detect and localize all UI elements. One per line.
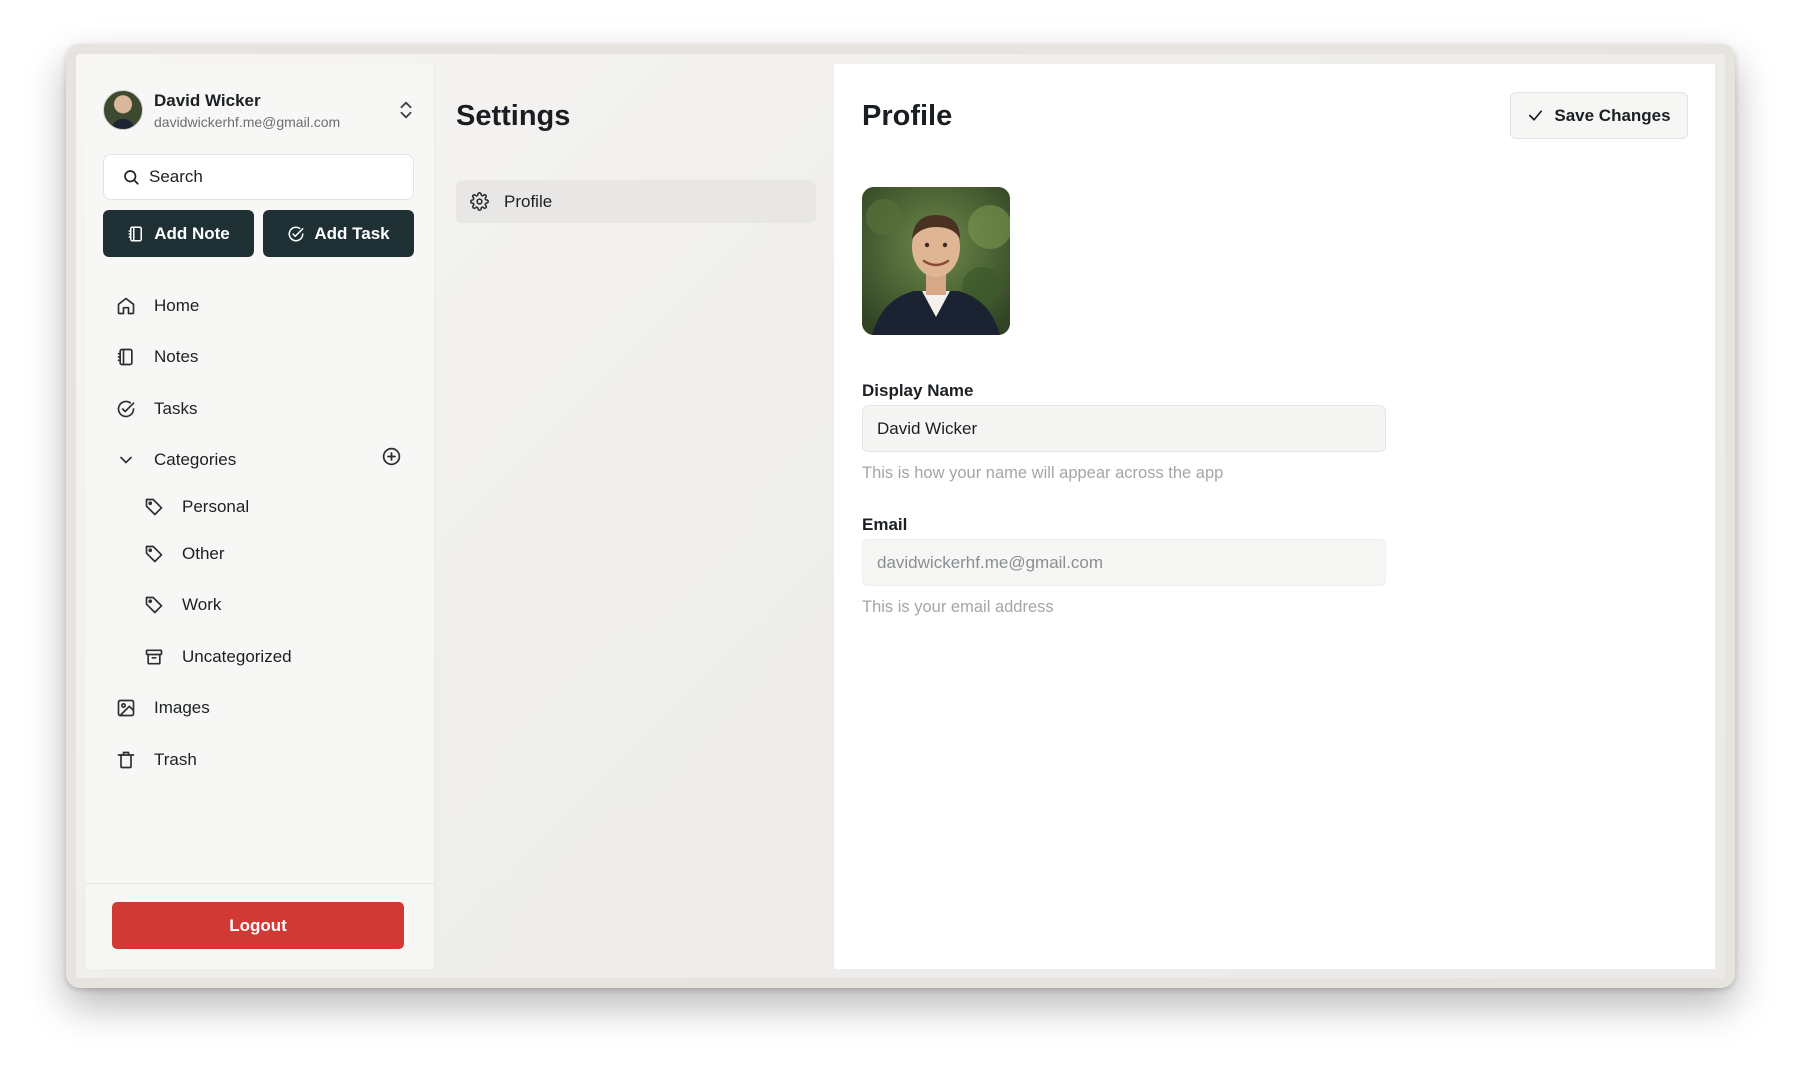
sidebar-item-notes[interactable]: Notes xyxy=(103,332,414,384)
add-task-button[interactable]: Add Task xyxy=(263,210,414,257)
sidebar-item-work[interactable]: Work xyxy=(103,580,414,632)
sidebar-item-trash[interactable]: Trash xyxy=(103,734,414,786)
sidebar-item-categories[interactable]: Categories xyxy=(103,435,414,487)
add-task-label: Add Task xyxy=(314,223,390,243)
sidebar-item-label: Other xyxy=(182,543,225,563)
sidebar-item-personal[interactable]: Personal xyxy=(103,486,414,528)
sidebar-item-tasks[interactable]: Tasks xyxy=(103,383,414,435)
display-name-label: Display Name xyxy=(862,381,974,400)
settings-item-label: Profile xyxy=(504,191,553,211)
chevron-up-down-icon[interactable] xyxy=(395,99,417,121)
notebook-icon xyxy=(117,348,133,366)
sidebar-item-label: Tasks xyxy=(154,398,198,418)
sidebar-nav: Home Notes Tasks Categories Personal Oth… xyxy=(103,280,414,786)
avatar xyxy=(103,90,143,130)
save-changes-button[interactable]: Save Changes xyxy=(1510,92,1688,139)
check-circle-icon xyxy=(117,400,135,418)
add-note-button[interactable]: Add Note xyxy=(103,210,254,257)
sidebar-item-uncategorized[interactable]: Uncategorized xyxy=(103,631,414,683)
sidebar: David Wicker davidwickerhf.me@gmail.com … xyxy=(86,64,435,969)
chevron-down-icon xyxy=(120,456,132,464)
image-icon xyxy=(117,699,135,717)
sidebar-item-label: Images xyxy=(154,698,210,718)
search-label: Search xyxy=(149,167,203,186)
archive-icon xyxy=(145,649,163,665)
add-note-label: Add Note xyxy=(154,223,230,243)
sidebar-item-label: Personal xyxy=(182,497,250,516)
settings-item-profile[interactable]: Profile xyxy=(456,180,816,223)
user-info: David Wicker davidwickerhf.me@gmail.com xyxy=(154,91,395,130)
sidebar-item-other[interactable]: Other xyxy=(103,528,414,580)
notebook-icon xyxy=(128,226,143,241)
tag-icon xyxy=(145,545,163,563)
window-content: David Wicker davidwickerhf.me@gmail.com … xyxy=(76,54,1725,978)
profile-photo-image xyxy=(862,187,1010,335)
sidebar-item-home[interactable]: Home xyxy=(103,280,414,332)
profile-panel: Profile Save Changes Display Name David … xyxy=(834,64,1715,969)
trash-icon xyxy=(117,751,135,769)
quick-actions: Add Note Add Task xyxy=(103,210,414,257)
sidebar-item-label: Notes xyxy=(154,347,199,367)
save-changes-label: Save Changes xyxy=(1554,105,1671,125)
add-category-icon[interactable] xyxy=(381,446,402,467)
email-label: Email xyxy=(862,515,908,534)
display-name-field[interactable]: David Wicker xyxy=(862,405,1386,452)
check-circle-icon xyxy=(288,225,304,241)
sidebar-item-images[interactable]: Images xyxy=(103,683,414,735)
tag-icon xyxy=(145,498,163,516)
profile-photo[interactable] xyxy=(862,187,1010,335)
search-button[interactable]: Search xyxy=(103,154,414,200)
home-icon xyxy=(117,297,135,315)
email-field: davidwickerhf.me@gmail.com xyxy=(862,539,1386,586)
app-window: David Wicker davidwickerhf.me@gmail.com … xyxy=(66,44,1735,988)
display-name-help: This is how your name will appear across… xyxy=(862,464,1224,482)
account-switcher[interactable]: David Wicker davidwickerhf.me@gmail.com xyxy=(103,84,417,136)
page-title: Profile xyxy=(862,100,953,132)
gear-icon xyxy=(470,192,489,211)
settings-title: Settings xyxy=(456,100,571,132)
tag-icon xyxy=(145,596,163,614)
email-help: This is your email address xyxy=(862,598,1054,616)
sidebar-item-label: Trash xyxy=(154,749,197,769)
user-name: David Wicker xyxy=(154,90,261,110)
sidebar-item-label: Home xyxy=(154,295,200,315)
sidebar-item-label: Work xyxy=(182,595,222,615)
logout-button[interactable]: Logout xyxy=(112,902,404,949)
sidebar-footer: Logout xyxy=(86,883,434,969)
user-email: davidwickerhf.me@gmail.com xyxy=(154,113,341,130)
search-icon xyxy=(124,170,139,185)
check-icon xyxy=(1529,110,1543,121)
sidebar-item-label: Categories xyxy=(154,450,237,470)
sidebar-item-label: Uncategorized xyxy=(182,646,292,666)
